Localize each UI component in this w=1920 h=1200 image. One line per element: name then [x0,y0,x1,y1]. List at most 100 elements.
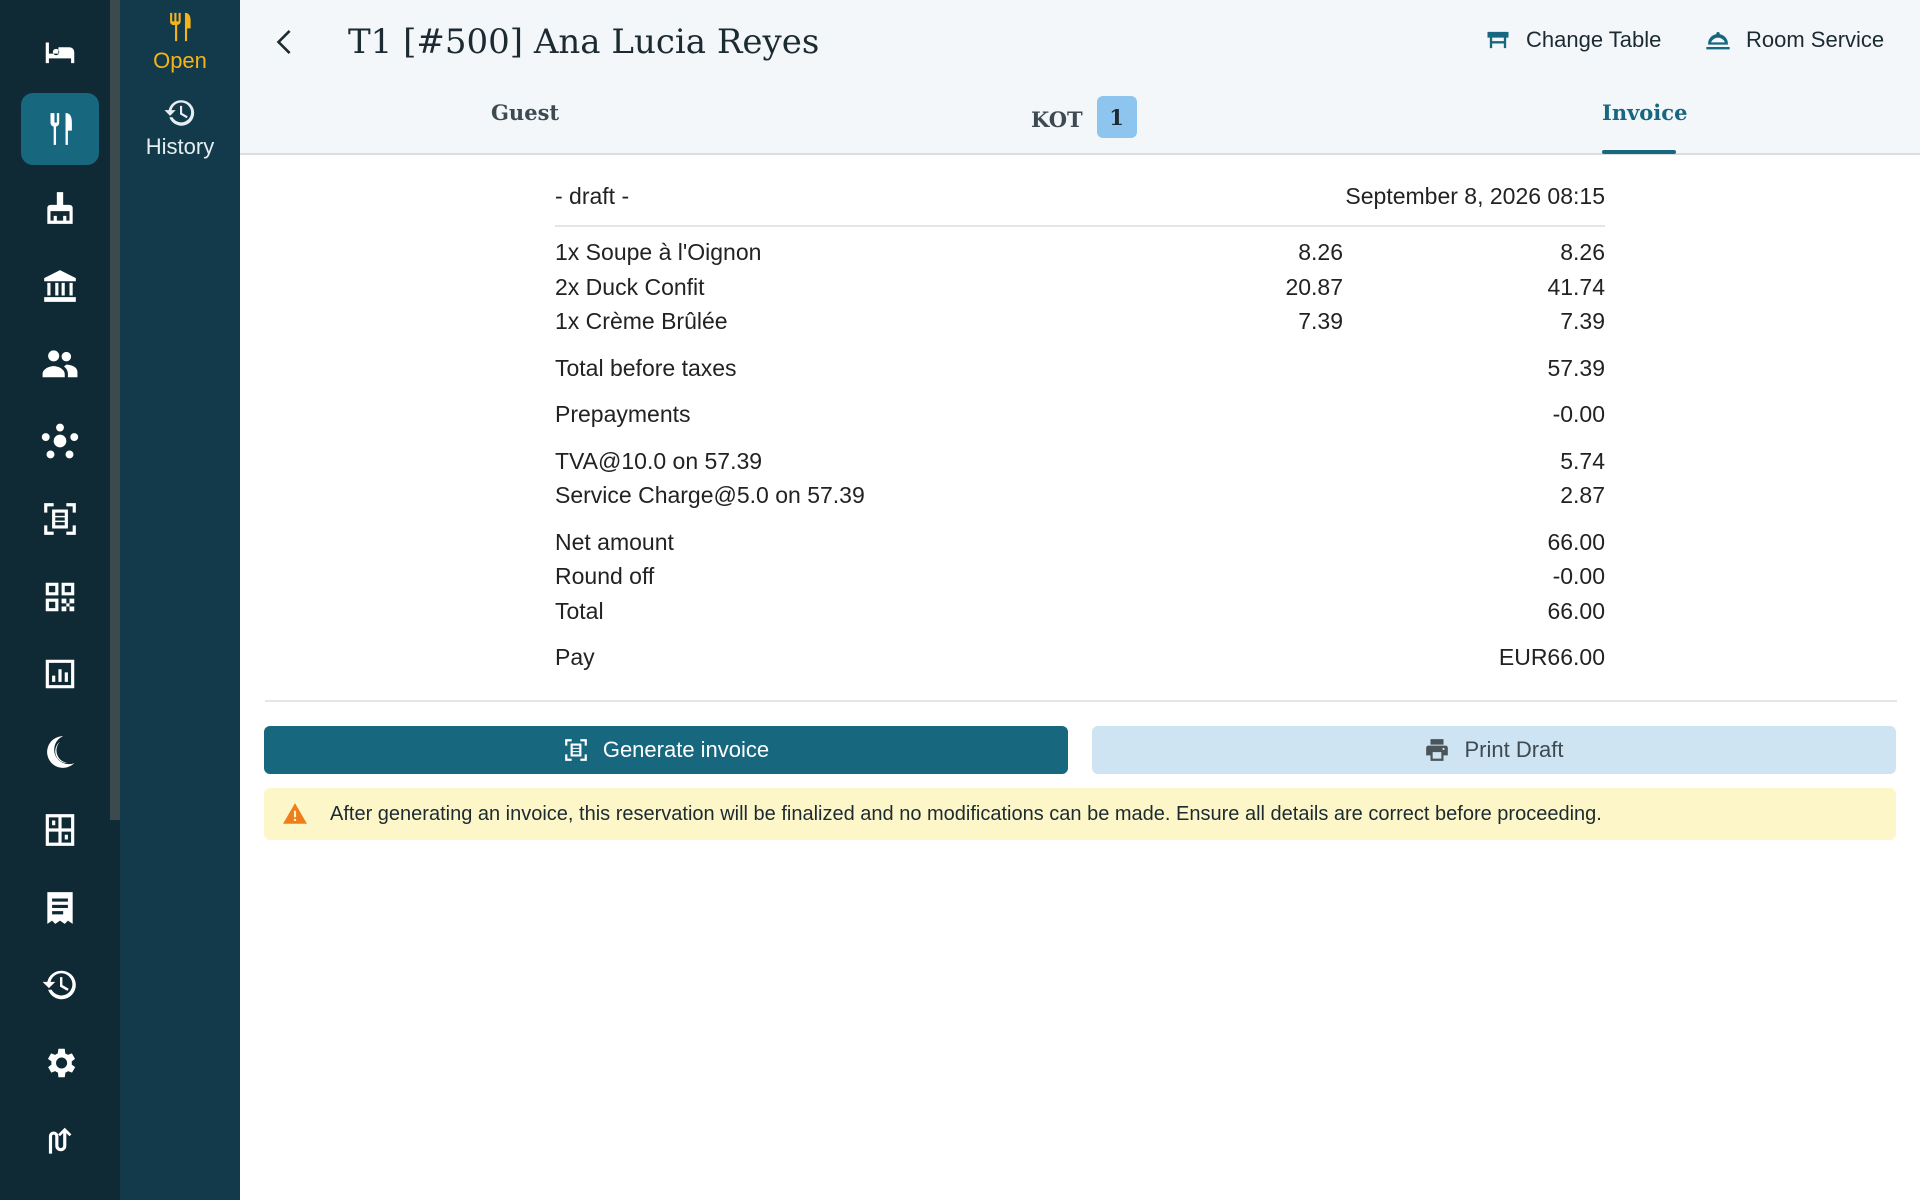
invoice-icon [44,503,76,535]
total-before-taxes-label: Total before taxes [555,354,737,381]
rail-item-folios[interactable] [21,872,99,944]
rail-item-reports[interactable] [21,638,99,710]
print-draft-label: Print Draft [1464,737,1564,762]
rail-item-channels[interactable] [21,405,99,477]
rail-item-settings[interactable] [21,1027,99,1099]
invoice-status: - draft - [555,183,630,209]
item-unit-price: 7.39 [1298,308,1343,334]
rail-item-night-audit[interactable] [21,716,99,788]
page-header: T1 [#500] Ana Lucia Reyes Change Table R… [240,0,1920,155]
rail-item-history[interactable] [21,949,99,1021]
change-table-label: Change Table [1526,27,1662,52]
change-table-button[interactable]: Change Table [1484,26,1661,54]
rail-item-housekeeping[interactable] [21,172,99,244]
tab-invoice[interactable]: Invoice [1602,100,1687,125]
rail-item-switch[interactable] [21,1105,99,1177]
warning-icon [283,803,307,824]
tab-invoice-label: Invoice [1602,100,1688,125]
app-root: Open History T1 [#500] Ana Lucia Reyes C… [0,0,1920,1200]
tab-guest-label: Guest [491,100,560,125]
chevron-left-icon [276,30,291,54]
receipt-icon [47,892,73,924]
table-icon [1487,31,1509,49]
pay-row: Pay EUR66.00 [555,644,1605,679]
invoice-line-item: 1x Soupe à l'Oignon 8.26 8.26 [555,239,1605,274]
prepayments-row: Prepayments -0.00 [555,401,1605,436]
bed-icon [45,42,75,64]
night-audit-icon [47,736,75,768]
restaurant-subnav: Open History [120,0,240,1200]
round-off-label: Round off [555,563,655,589]
item-unit-price: 8.26 [1298,239,1343,265]
rail-item-restaurant[interactable] [21,93,99,165]
rail-item-guests[interactable] [21,327,99,399]
floor-plan-icon [45,814,75,846]
tax-label: TVA@10.0 on 57.39 [555,447,763,474]
item-amount: 8.26 [1560,239,1605,265]
invoice-date: September 8, 2026 08:15 [1345,183,1605,209]
report-icon [45,659,75,689]
invoice-line-item: 1x Crème Brûlée 7.39 7.39 [555,308,1605,343]
tax-amount: 5.74 [1560,447,1605,474]
tax-row: Service Charge@5.0 on 57.39 2.87 [555,482,1605,517]
item-description: 2x Duck Confit [555,273,705,300]
room-service-button[interactable]: Room Service [1704,26,1884,54]
rail-item-qr[interactable] [21,561,99,633]
tax-label: Service Charge@5.0 on 57.39 [555,482,865,508]
invoice-line-item: 2x Duck Confit 20.87 41.74 [555,274,1605,309]
generate-invoice-label: Generate invoice [602,737,770,762]
warning-text: After generating an invoice, this reserv… [330,802,1602,825]
kot-count-badge: 1 [1096,96,1137,138]
history-icon [164,100,195,126]
print-draft-button[interactable]: Print Draft [1092,726,1896,774]
subnav-history-label: History [145,134,215,159]
net-amount-value: 66.00 [1547,528,1605,555]
round-off-value: -0.00 [1552,563,1605,589]
network-icon [41,423,79,459]
page-title: T1 [#500] Ana Lucia Reyes [348,22,820,62]
generate-invoice-button[interactable]: Generate invoice [264,726,1068,774]
content-divider [265,700,1897,702]
housekeeping-icon [47,192,73,224]
subnav-item-open[interactable]: Open [120,10,240,74]
rail-item-accounts[interactable] [21,250,99,322]
restaurant-icon [50,113,72,145]
gear-icon [47,1048,76,1078]
invoice-icon [564,739,587,761]
restaurant-icon [170,12,191,42]
total-value: 66.00 [1547,597,1605,624]
net-amount-row: Net amount 66.00 [555,529,1605,564]
pay-label: Pay [555,644,595,670]
back-button[interactable] [264,20,308,64]
item-description: 1x Soupe à l'Oignon [555,239,762,265]
rail-item-floor-plan[interactable] [21,794,99,866]
prepayments-label: Prepayments [555,401,691,427]
rail-item-rooms[interactable] [21,16,99,88]
active-tab-indicator [1602,150,1676,154]
invoice-preview: - draft - September 8, 2026 08:15 1x Sou… [555,175,1605,679]
pay-value: EUR66.00 [1498,644,1605,670]
total-label: Total [555,597,604,624]
total-before-taxes-row: Total before taxes 57.39 [555,355,1605,390]
main-nav-rail [0,0,120,1200]
total-before-taxes-value: 57.39 [1547,354,1605,381]
switch-icon [48,1127,72,1154]
tab-kot[interactable]: KOT 1 [1031,96,1137,138]
printer-icon [1426,739,1449,761]
rail-scrollbar[interactable] [110,0,120,820]
people-icon [42,350,78,378]
item-description: 1x Crème Brûlée [555,308,728,334]
tab-kot-label: KOT [1031,106,1083,132]
tab-guest[interactable]: Guest [491,100,559,125]
net-amount-label: Net amount [555,528,674,555]
item-unit-price: 20.87 [1285,273,1343,300]
subnav-item-history[interactable]: History [120,96,240,160]
rail-item-invoices[interactable] [21,483,99,555]
qr-code-icon [45,582,75,612]
tax-row: TVA@10.0 on 57.39 5.74 [555,448,1605,483]
round-off-row: Round off -0.00 [555,563,1605,598]
item-amount: 41.74 [1547,273,1605,300]
invoice-header: - draft - September 8, 2026 08:15 [555,175,1605,227]
prepayments-value: -0.00 [1552,401,1605,427]
item-amount: 7.39 [1560,308,1605,334]
